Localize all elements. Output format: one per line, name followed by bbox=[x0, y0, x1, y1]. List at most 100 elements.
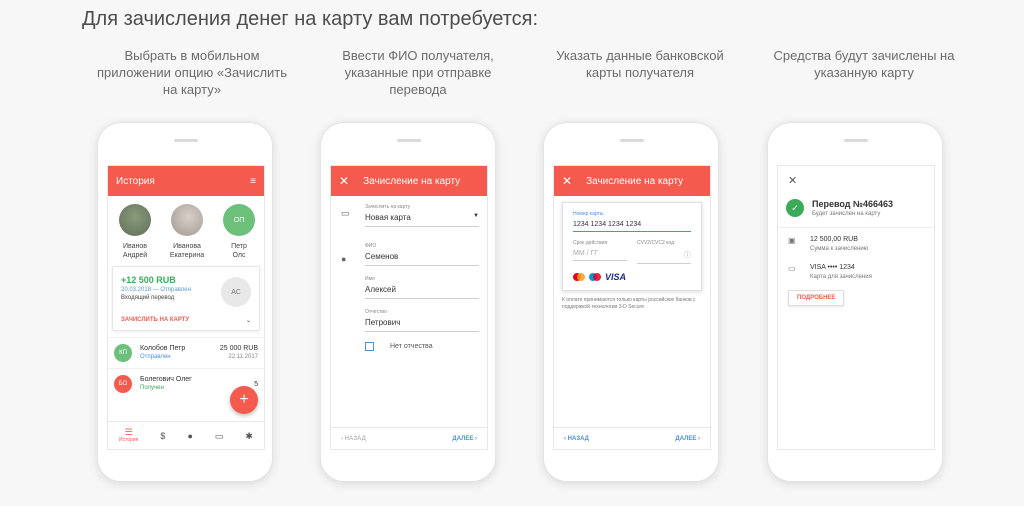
surname-field[interactable]: ФИО Семенов bbox=[365, 243, 479, 266]
checkbox-box bbox=[365, 342, 374, 351]
close-icon[interactable]: ✕ bbox=[339, 174, 349, 188]
tab-history[interactable]: ☰ История bbox=[119, 427, 139, 444]
transfer-number: Перевод №466463 bbox=[812, 199, 894, 209]
amount-detail: ▣ 12 500,00 RUB Сумма к зачислению bbox=[778, 228, 934, 256]
dropdown-arrow-icon: ▼ bbox=[473, 213, 479, 219]
contact-last-name: Андрей bbox=[122, 252, 148, 259]
phone-card-details: ✕ Зачисление на карту Номер карты 1234 1… bbox=[543, 122, 719, 482]
step-1-text: Выбрать в мобильном приложении опцию «За… bbox=[96, 48, 288, 97]
firstname-field[interactable]: Имя Алексей bbox=[365, 276, 479, 299]
details-button[interactable]: ПОДРОБНЕЕ bbox=[788, 290, 845, 306]
row-name: Колобов Петр bbox=[140, 345, 186, 352]
close-icon[interactable]: ✕ bbox=[778, 166, 934, 195]
firstname-label: Имя bbox=[365, 276, 375, 282]
add-button[interactable]: + bbox=[230, 386, 258, 414]
tab-history-label: История bbox=[119, 436, 139, 443]
phone-speaker bbox=[620, 139, 644, 142]
firstname-value: Алексей bbox=[365, 285, 396, 294]
info-icon[interactable]: ⓘ bbox=[684, 250, 691, 260]
tab-payments[interactable]: $ bbox=[160, 430, 166, 441]
step-2-text: Ввести ФИО получателя, указанные при отп… bbox=[342, 48, 494, 97]
deposit-to-card-label: ЗАЧИСЛИТЬ НА КАРТУ bbox=[121, 317, 190, 323]
cvv-field[interactable]: CVV2/CVC2 код ⓘ bbox=[637, 240, 691, 264]
card-select[interactable]: Зачислить на карту Новая карта ▼ bbox=[365, 204, 479, 227]
contact-first-name: Иванов bbox=[122, 243, 148, 250]
row-avatar: КП bbox=[114, 344, 132, 362]
recipient-form: ▭ Зачислить на карту Новая карта ▼ ● ФИО … bbox=[331, 196, 487, 359]
checkmark-icon: ✓ bbox=[786, 199, 804, 217]
wizard-navbar: ‹ НАЗАД ДАЛЕЕ › bbox=[554, 427, 710, 449]
phone-confirmation: ✕ ✓ Перевод №466463 Будет зачислен на ка… bbox=[767, 122, 943, 482]
step-4-text: Средства будут зачислены на указанную ка… bbox=[773, 48, 955, 80]
location-pin-icon: ● bbox=[187, 430, 193, 441]
patronymic-field[interactable]: Отчество Петрович bbox=[365, 309, 479, 332]
incoming-transfer-card: +12 500 RUB 20.03.2018 — Отправлен Входя… bbox=[112, 266, 260, 331]
back-button[interactable]: ‹ НАЗАД bbox=[341, 436, 366, 442]
row-avatar: БО bbox=[114, 375, 132, 393]
expiry-placeholder: ММ / ГГ bbox=[573, 250, 599, 257]
back-button[interactable]: ‹ НАЗАД bbox=[564, 436, 589, 442]
mastercard-icon bbox=[573, 273, 585, 281]
contact-last-name: Олс bbox=[232, 252, 246, 259]
visa-logo: VISA bbox=[605, 272, 627, 282]
card-select-value: Новая карта bbox=[365, 213, 411, 222]
deposit-to-card-link[interactable]: ЗАЧИСЛИТЬ НА КАРТУ ⌄ bbox=[121, 317, 251, 324]
deposit-title: Зачисление на карту bbox=[363, 175, 461, 187]
chevron-down-icon: ⌄ bbox=[245, 318, 251, 324]
patronymic-value: Петрович bbox=[365, 318, 401, 327]
tab-map[interactable]: ● bbox=[187, 430, 193, 441]
card-select-label: Зачислить на карту bbox=[365, 204, 411, 210]
contact-first-name: Петр bbox=[231, 243, 247, 250]
history-row[interactable]: КП Колобов Петр Отправлен 25 000 RUB 22.… bbox=[108, 337, 264, 368]
next-button[interactable]: ДАЛЕЕ › bbox=[675, 436, 700, 442]
transfer-status: ✓ Перевод №466463 Будет зачислен на карт… bbox=[778, 195, 934, 228]
target-card: VISA •••• 1234 bbox=[810, 264, 855, 271]
expiry-field[interactable]: Срок действия ММ / ГГ bbox=[573, 240, 627, 264]
contact-item[interactable]: Иванова Екатерина bbox=[168, 204, 206, 260]
phone-speaker bbox=[844, 139, 868, 142]
deposit-topbar: ✕ Зачисление на карту bbox=[554, 166, 710, 196]
tab-chat[interactable]: ▭ bbox=[214, 430, 224, 441]
phone-recipient-name: ✕ Зачисление на карту ▭ Зачислить на кар… bbox=[320, 122, 496, 482]
back-label: НАЗАД bbox=[344, 435, 366, 442]
page-headline: Для зачисления денег на карту вам потреб… bbox=[82, 8, 539, 30]
avatar: ОП bbox=[223, 204, 255, 236]
phone-speaker bbox=[174, 139, 198, 142]
surname-value: Семенов bbox=[365, 252, 399, 261]
next-button[interactable]: ДАЛЕЕ › bbox=[452, 436, 477, 442]
bottom-tabbar: ☰ История $ ● ▭ ✱ bbox=[108, 421, 264, 449]
payment-logos: VISA bbox=[573, 272, 691, 282]
back-label: НАЗАД bbox=[567, 435, 589, 442]
deposit-amount-label: Сумма к зачислению bbox=[810, 246, 869, 252]
chat-icon: ▭ bbox=[214, 430, 224, 441]
row-amount: 5 bbox=[254, 380, 258, 388]
confirmation-screen: ✕ ✓ Перевод №466463 Будет зачислен на ка… bbox=[777, 165, 935, 450]
no-patronymic-checkbox[interactable]: Нет отчества bbox=[365, 342, 479, 351]
contact-last-name: Екатерина bbox=[169, 252, 205, 259]
history-topbar: История ≡ bbox=[108, 166, 264, 196]
contact-item[interactable]: Иванов Андрей bbox=[116, 204, 154, 260]
card-number-input[interactable]: 1234 1234 1234 1234 bbox=[573, 217, 691, 232]
row-status: Отправлен bbox=[140, 354, 171, 360]
recipient-screen: ✕ Зачисление на карту ▭ Зачислить на кар… bbox=[330, 165, 488, 450]
card-icon: ▭ bbox=[788, 264, 796, 273]
contact-item[interactable]: ОП Петр Олс bbox=[220, 204, 258, 260]
target-card-label: Карта для зачисления bbox=[810, 274, 872, 280]
row-date: 22.11.2017 bbox=[228, 354, 258, 360]
row-name: Болегович Олег bbox=[140, 376, 192, 383]
filter-icon[interactable]: ≡ bbox=[250, 176, 256, 187]
3ds-note: К оплате принимаются только карты россий… bbox=[562, 297, 696, 310]
tab-settings[interactable]: ✱ bbox=[245, 431, 253, 440]
sender-avatar: АС bbox=[221, 277, 251, 307]
card-icon: ▭ bbox=[341, 208, 350, 218]
person-icon: ● bbox=[341, 254, 347, 264]
deposit-amount: 12 500,00 RUB bbox=[810, 236, 858, 243]
history-screen: История ≡ Иванов Андрей Иванова Екатерин… bbox=[107, 165, 265, 450]
close-icon[interactable]: ✕ bbox=[562, 174, 572, 188]
next-label: ДАЛЕЕ bbox=[675, 435, 697, 442]
avatar bbox=[119, 204, 151, 236]
step-3-text: Указать данные банковской карты получате… bbox=[556, 48, 724, 80]
avatar bbox=[171, 204, 203, 236]
maestro-icon bbox=[589, 273, 601, 281]
dollar-icon: $ bbox=[160, 430, 166, 441]
